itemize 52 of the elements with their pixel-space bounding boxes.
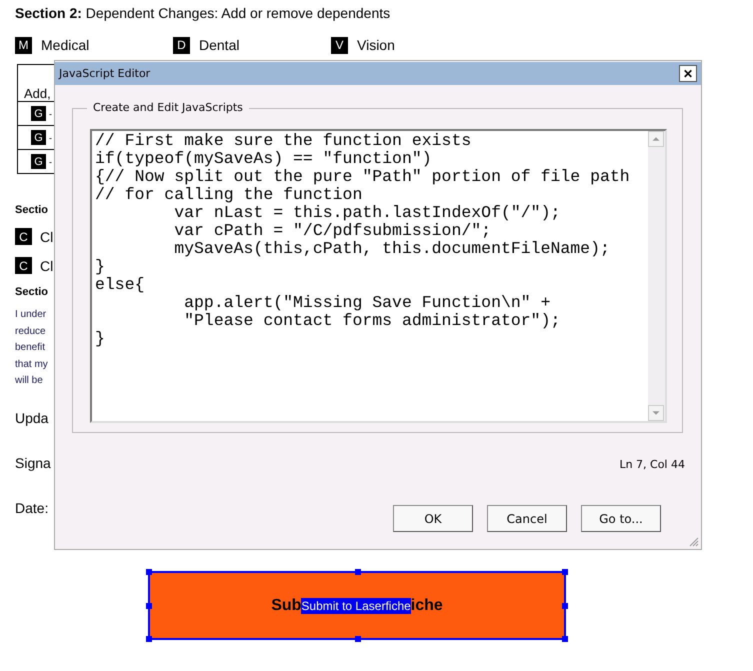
- dialog-button[interactable]: OK: [393, 505, 473, 532]
- submit-button[interactable]: SubSubmit to Laserficheiche: [148, 571, 566, 640]
- code-line: mySaveAs(this,cPath, this.documentFileName);: [173, 240, 611, 258]
- section-title: Sectio: [15, 204, 48, 216]
- code-line: }: [95, 330, 106, 348]
- paragraph-line: that my: [15, 358, 48, 372]
- scrollbar[interactable]: [648, 131, 665, 421]
- code-line: }: [95, 258, 106, 276]
- table-cell: -: [49, 156, 52, 166]
- checkbox[interactable]: V: [331, 36, 348, 54]
- scroll-down-icon[interactable]: [648, 405, 664, 421]
- scroll-up-icon[interactable]: [648, 131, 664, 147]
- table-cell: -: [49, 108, 52, 118]
- checkbox[interactable]: C: [15, 257, 32, 274]
- paragraph-line: reduce: [15, 324, 47, 338]
- checkbox[interactable]: G: [31, 130, 46, 145]
- resize-grip-icon[interactable]: [687, 535, 699, 547]
- code-line: {// Now split out the pure "Path" portion of file path: [95, 168, 631, 186]
- paragraph-line: will be: [15, 374, 44, 388]
- paragraph-line: benefit: [15, 341, 46, 355]
- field-label: Signa: [15, 454, 51, 473]
- paragraph-line: I under: [15, 308, 48, 322]
- section-title: Sectio: [15, 286, 48, 298]
- code-line: else{: [95, 276, 146, 294]
- checkbox[interactable]: G: [31, 106, 46, 121]
- code-line: if(typeof(mySaveAs) == "function"): [95, 150, 433, 168]
- checkbox-label: Cl: [40, 228, 54, 244]
- dialog-button[interactable]: Go to...: [581, 505, 661, 532]
- dialog-button[interactable]: Cancel: [487, 505, 567, 532]
- table-header: Add,: [24, 86, 51, 101]
- group-label: Create and Edit JavaScripts: [87, 101, 249, 114]
- field-label: Date:: [15, 500, 48, 518]
- field-label: Upda: [15, 410, 48, 428]
- section-title: Section 2: Dependent Changes: Add or remove dependents: [15, 5, 390, 23]
- code-line: var nLast = this.path.lastIndexOf("/");: [173, 204, 562, 222]
- close-button[interactable]: ✕: [679, 65, 697, 82]
- checkbox-label: Dental: [199, 37, 240, 53]
- code-line: // First make sure the function exists: [95, 132, 472, 150]
- cursor-position: Ln 7, Col 44: [619, 458, 685, 471]
- code-line: app.alert("Missing Save Function\n" +: [183, 294, 552, 312]
- checkbox[interactable]: G: [31, 154, 46, 169]
- checkbox-label: Cl: [40, 258, 54, 274]
- code-line: "Please contact forms administrator");: [183, 312, 562, 330]
- code-line: // for calling the function: [95, 186, 364, 204]
- checkbox-label: Vision: [357, 37, 395, 53]
- code-line: var cPath = "/C/pdfsubmission/";: [173, 222, 492, 240]
- window-title: JavaScript Editor: [59, 67, 150, 80]
- checkbox[interactable]: D: [173, 36, 190, 54]
- checkbox-label: Medical: [41, 37, 90, 53]
- checkbox[interactable]: C: [15, 228, 32, 245]
- table-cell: -: [49, 132, 52, 142]
- checkbox[interactable]: M: [15, 36, 32, 54]
